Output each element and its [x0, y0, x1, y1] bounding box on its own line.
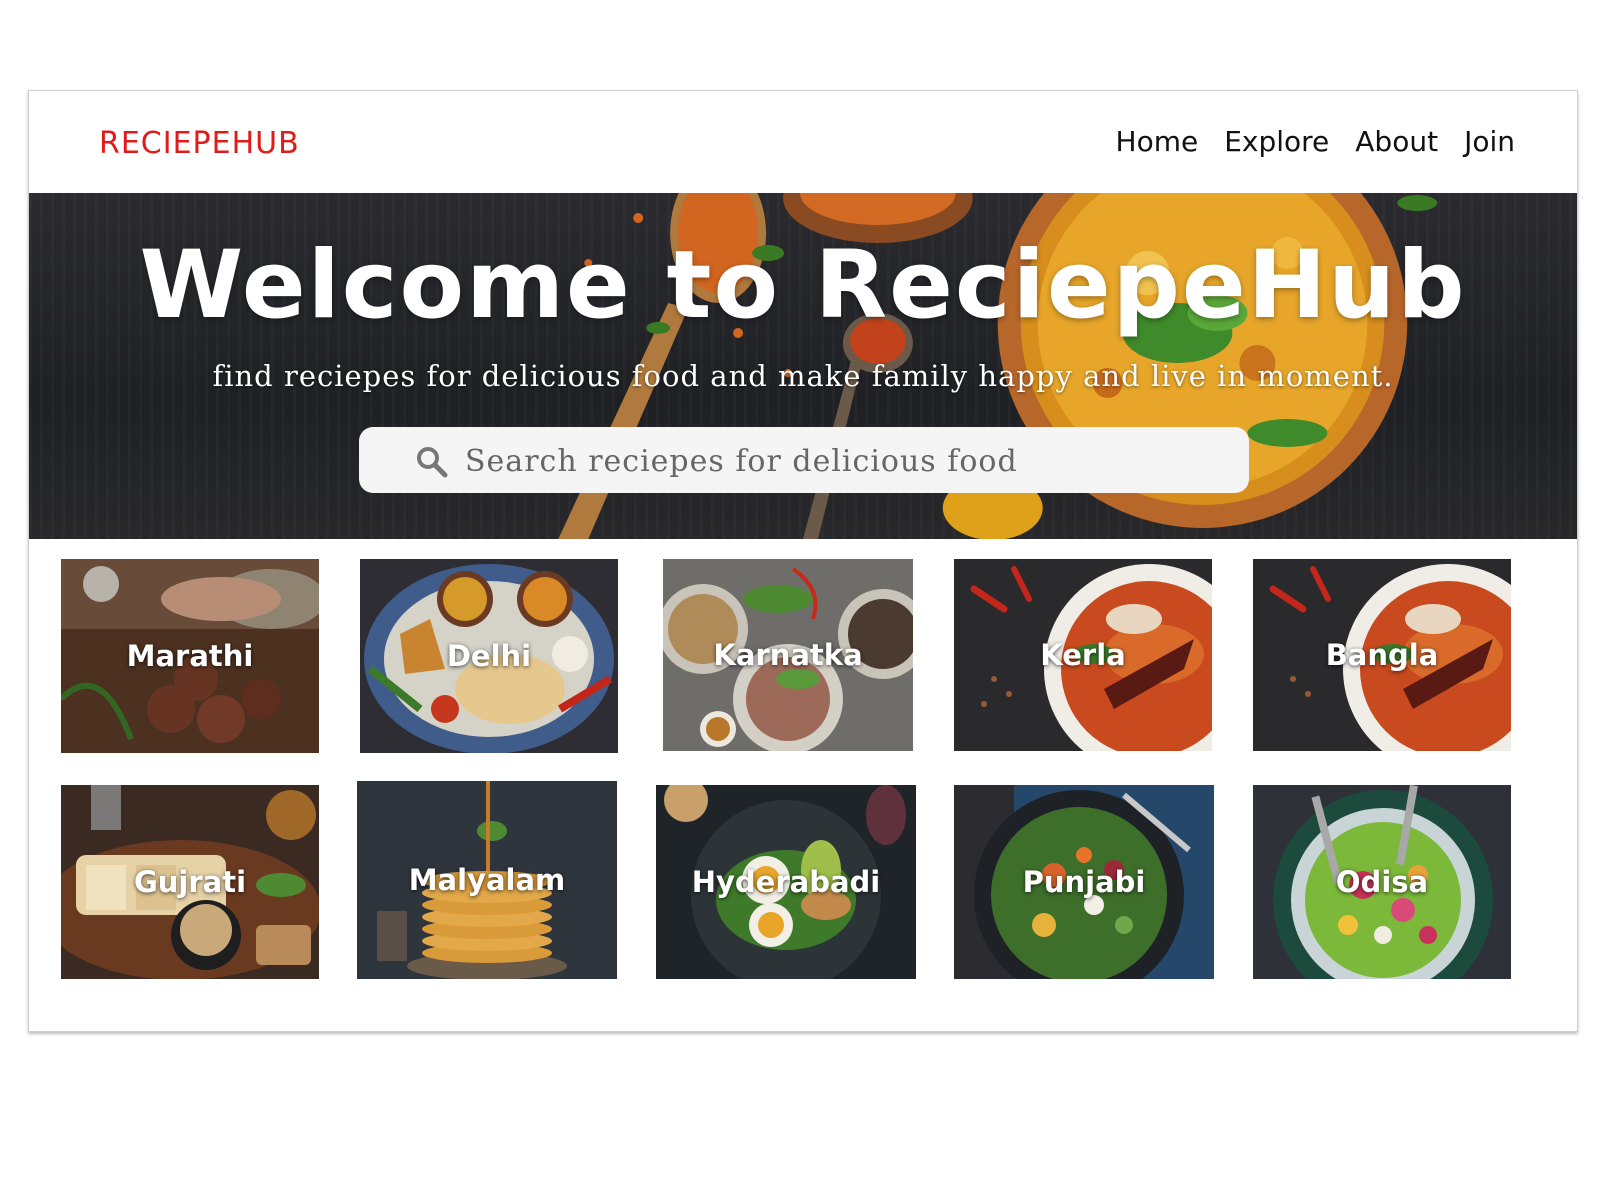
nav-explore-link[interactable]: Explore: [1224, 125, 1329, 158]
category-card-karnatka[interactable]: Karnatka: [663, 559, 913, 751]
hero-title: Welcome to ReciepeHub: [139, 231, 1467, 340]
category-card-hyderabadi[interactable]: Hyderabadi: [656, 785, 916, 979]
nav-about-link[interactable]: About: [1355, 125, 1438, 158]
category-card-kerla[interactable]: Kerla: [954, 559, 1212, 751]
category-label: Bangla: [1325, 638, 1439, 672]
category-label: Gujrati: [133, 865, 247, 899]
nav-home-link[interactable]: Home: [1116, 125, 1199, 158]
category-label: Punjabi: [1022, 865, 1146, 899]
hero-banner: Welcome to ReciepeHub find reciepes for …: [29, 193, 1577, 539]
search-bar[interactable]: [359, 427, 1249, 495]
nav-menu: Home Explore About Join: [1116, 125, 1515, 158]
category-label: Odisa: [1335, 865, 1429, 899]
category-label: Malyalam: [408, 863, 566, 897]
category-card-gujrati[interactable]: Gujrati: [61, 785, 319, 979]
category-label: Marathi: [126, 639, 254, 673]
category-label: Hyderabadi: [691, 865, 881, 899]
category-card-odisa[interactable]: Odisa: [1253, 785, 1511, 979]
search-icon[interactable]: [415, 445, 449, 479]
category-label: Delhi: [446, 639, 532, 673]
category-label: Kerla: [1040, 638, 1126, 672]
category-card-malyalam[interactable]: Malyalam: [357, 781, 617, 979]
brand-logo[interactable]: RECIEPEHUB: [99, 126, 300, 161]
category-card-marathi[interactable]: Marathi: [61, 559, 319, 753]
category-card-delhi[interactable]: Delhi: [360, 559, 618, 753]
top-navbar: RECIEPEHUB Home Explore About Join: [29, 91, 1577, 193]
search-input[interactable]: [463, 427, 1227, 495]
nav-join-link[interactable]: Join: [1464, 125, 1515, 158]
hero-subtitle: find reciepes for delicious food and mak…: [212, 359, 1394, 393]
category-card-bangla[interactable]: Bangla: [1253, 559, 1511, 751]
category-card-punjabi[interactable]: Punjabi: [954, 785, 1214, 979]
app-window: RECIEPEHUB Home Explore About Join Welco…: [28, 90, 1578, 1032]
category-label: Karnatka: [713, 638, 863, 672]
